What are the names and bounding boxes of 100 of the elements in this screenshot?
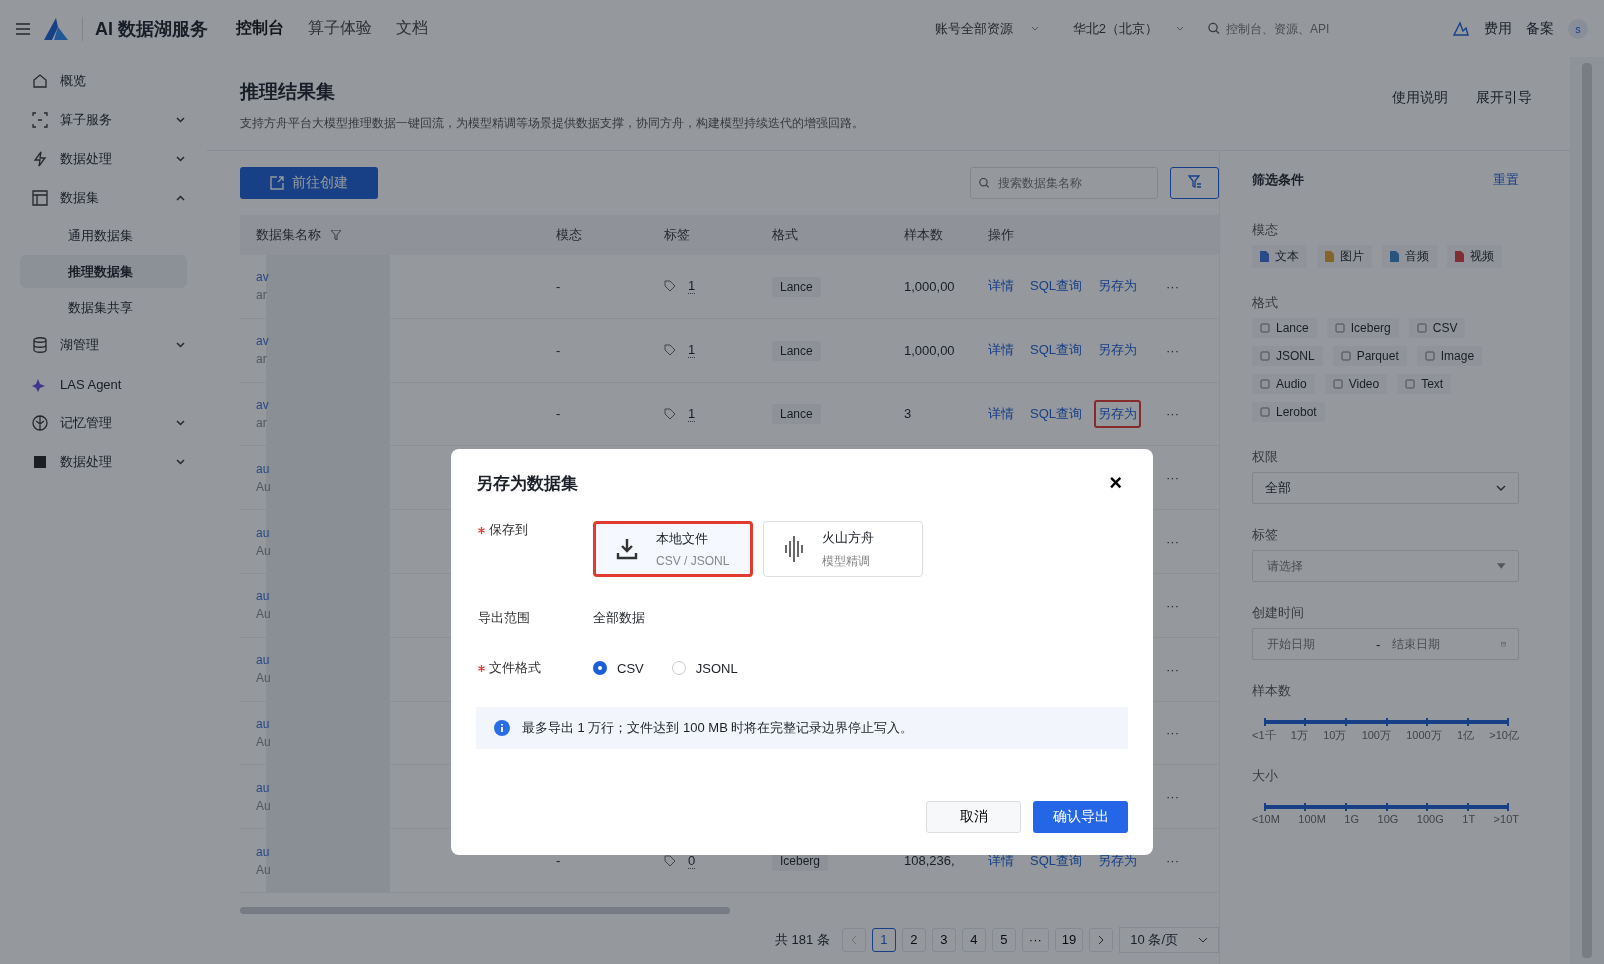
more-button[interactable]: ··· (1166, 406, 1179, 422)
modality-chip[interactable]: 音频 (1382, 245, 1437, 268)
header-link[interactable]: 备案 (1526, 19, 1554, 38)
dataset-name[interactable]: av (256, 270, 269, 285)
sidebar-item[interactable]: 记忆管理 (12, 405, 195, 441)
format-chip[interactable]: JSONL (1252, 346, 1323, 366)
cancel-button[interactable]: 取消 (926, 801, 1021, 833)
action-link[interactable]: 另存为 (1094, 272, 1141, 301)
tag-count[interactable]: 1 (688, 342, 696, 359)
action-link[interactable]: SQL查询 (1026, 272, 1086, 301)
action-link[interactable]: 另存为 (1094, 400, 1141, 428)
dataset-name[interactable]: av (256, 398, 269, 412)
format-chip[interactable]: CSV (1408, 318, 1466, 338)
sidebar-item[interactable]: 数据处理 (12, 444, 195, 480)
dataset-name[interactable]: av (256, 334, 269, 349)
modality-chip[interactable]: 视频 (1447, 245, 1502, 268)
sidebar-item[interactable]: 算子服务 (12, 102, 195, 138)
more-button[interactable]: ··· (1166, 853, 1179, 869)
modality-chip[interactable]: 文本 (1252, 245, 1307, 268)
more-button[interactable]: ··· (1166, 725, 1179, 741)
format-chip[interactable]: Iceberg (1326, 318, 1399, 338)
user-avatar[interactable]: s (1568, 18, 1588, 39)
page-button[interactable]: 19 (1054, 927, 1084, 952)
create-button[interactable]: 前往创建 (240, 167, 378, 199)
sidebar-subitem[interactable]: 数据集共享 (20, 291, 187, 324)
menu-icon[interactable] (16, 22, 30, 35)
dataset-name[interactable]: au (256, 716, 270, 731)
action-link[interactable]: 另存为 (1094, 336, 1141, 365)
sidebar-item[interactable]: 数据处理 (12, 141, 195, 177)
action-link[interactable]: 详情 (984, 400, 1018, 428)
dataset-name[interactable]: au (256, 461, 270, 476)
nav-tab[interactable]: 文档 (396, 18, 428, 39)
page-button[interactable]: 5 (991, 927, 1016, 952)
more-button[interactable]: ··· (1166, 534, 1179, 550)
more-button[interactable]: ··· (1166, 597, 1179, 613)
filter-icon[interactable] (331, 230, 341, 240)
region-select[interactable]: 华北2（北京） (1062, 19, 1194, 38)
action-link[interactable]: 详情 (984, 272, 1018, 301)
modality-chip[interactable]: 图片 (1317, 245, 1372, 268)
slider-tick-label: 100M (1298, 813, 1326, 825)
confirm-button[interactable]: 确认导出 (1033, 801, 1128, 833)
account-select[interactable]: 账号全部资源 (924, 19, 1049, 38)
nav-tab[interactable]: 控制台 (236, 18, 284, 39)
tag-count[interactable]: 1 (688, 278, 696, 295)
action-link[interactable]: SQL查询 (1026, 400, 1086, 428)
format-radio[interactable]: CSV (593, 660, 644, 676)
header-link[interactable]: 费用 (1484, 19, 1512, 38)
more-button[interactable]: ··· (1166, 789, 1179, 805)
format-icon (1334, 323, 1345, 333)
dataset-name[interactable]: au (256, 653, 270, 668)
dataset-name[interactable]: au (256, 780, 270, 795)
destination-option[interactable]: 火山方舟 模型精调 (763, 521, 923, 577)
permission-select[interactable]: 全部 (1252, 472, 1519, 504)
search-input[interactable]: 搜索数据集名称 (995, 175, 1149, 191)
format-chip[interactable]: Lerobot (1252, 402, 1325, 422)
destination-option[interactable]: 本地文件 CSV / JSONL (593, 521, 753, 577)
page-button[interactable]: 4 (961, 927, 986, 952)
page-button[interactable]: 3 (931, 927, 956, 952)
page-button[interactable]: 1 (871, 927, 896, 952)
header-link[interactable]: 展开引导 (1476, 89, 1532, 132)
date-range-field[interactable]: 开始日期 - 结束日期 (1252, 628, 1519, 660)
sidebar-subitem[interactable]: 通用数据集 (20, 219, 187, 252)
dataset-name[interactable]: au (256, 589, 270, 604)
dataset-id: ar (256, 416, 267, 430)
format-chip[interactable]: Audio (1252, 374, 1315, 394)
page-size-select[interactable]: 10 条/页 (1119, 926, 1219, 953)
page-button[interactable]: ··· (1021, 927, 1049, 952)
dataset-name[interactable]: au (256, 525, 270, 540)
format-chip[interactable]: Image (1416, 346, 1483, 366)
page-button[interactable]: 2 (901, 927, 926, 952)
sidebar-item[interactable]: 数据集 (12, 180, 195, 216)
sidebar-item[interactable]: 湖管理 (12, 327, 195, 363)
action-link[interactable]: 详情 (984, 336, 1018, 365)
format-chip[interactable]: Parquet (1332, 346, 1407, 366)
format-chip[interactable]: Lance (1252, 318, 1317, 338)
more-button[interactable]: ··· (1166, 661, 1179, 677)
format-chip[interactable]: Text (1397, 374, 1452, 394)
more-button[interactable]: ··· (1166, 278, 1179, 294)
start-date-input[interactable]: 开始日期 (1265, 636, 1366, 652)
format-chip[interactable]: Video (1324, 374, 1388, 394)
more-button[interactable]: ··· (1166, 470, 1179, 486)
reset-link[interactable]: 重置 (1493, 171, 1519, 189)
sidebar-item[interactable]: 概览 (12, 63, 195, 99)
sidebar-item[interactable]: LAS Agent (12, 366, 195, 402)
nav-tab[interactable]: 算子体验 (308, 18, 372, 39)
header-link[interactable]: 使用说明 (1392, 89, 1448, 132)
close-button[interactable]: × (1103, 471, 1128, 495)
sidebar-subitem[interactable]: 推理数据集 (20, 255, 187, 288)
dataset-name[interactable]: au (256, 844, 270, 859)
search-field[interactable]: 搜索数据集名称 (970, 167, 1158, 199)
tag-input[interactable]: 请选择 (1265, 558, 1498, 574)
end-date-input[interactable]: 结束日期 (1390, 636, 1492, 652)
more-button[interactable]: ··· (1166, 342, 1179, 358)
scrollbar[interactable] (1582, 63, 1592, 958)
tag-count[interactable]: 1 (688, 406, 696, 422)
action-link[interactable]: SQL查询 (1026, 336, 1086, 365)
tag-select[interactable]: 请选择 (1252, 550, 1519, 582)
filter-button[interactable] (1170, 167, 1219, 199)
format-radio[interactable]: JSONL (671, 660, 738, 676)
cloud-chart-icon[interactable] (1452, 20, 1470, 37)
